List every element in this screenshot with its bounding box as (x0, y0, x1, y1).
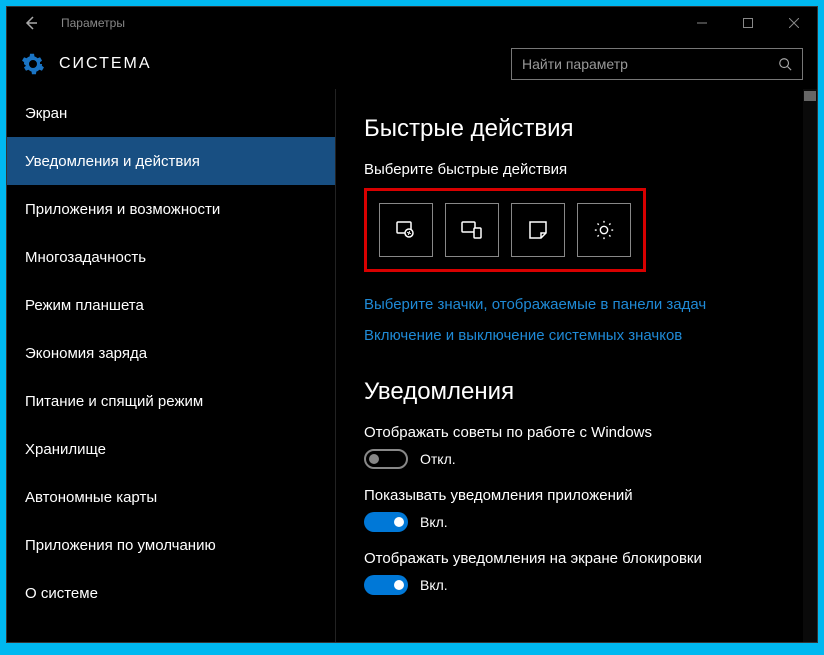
sidebar-item-tablet-mode[interactable]: Режим планшета (7, 281, 335, 329)
quick-action-tile-note[interactable] (511, 203, 565, 257)
gear-icon (21, 52, 45, 76)
sidebar-item-label: Режим планшета (25, 297, 144, 314)
sidebar-item-battery[interactable]: Экономия заряда (7, 329, 335, 377)
toggle-state-text: Вкл. (420, 514, 448, 530)
maximize-button[interactable] (725, 7, 771, 39)
sidebar-item-offline-maps[interactable]: Автономные карты (7, 473, 335, 521)
note-icon (527, 219, 549, 241)
content-pane: Быстрые действия Выберите быстрые действ… (335, 89, 817, 642)
titlebar: Параметры (7, 7, 817, 39)
sidebar-item-apps[interactable]: Приложения и возможности (7, 185, 335, 233)
search-icon (778, 57, 792, 71)
search-input[interactable] (522, 56, 778, 72)
window-controls (679, 7, 817, 39)
scroll-thumb[interactable] (804, 91, 816, 101)
sidebar-item-display[interactable]: Экран (7, 89, 335, 137)
sidebar-item-label: Многозадачность (25, 249, 146, 266)
toggle-label: Отображать уведомления на экране блокиро… (364, 550, 789, 567)
quick-action-tile-tablet[interactable] (379, 203, 433, 257)
sidebar-item-storage[interactable]: Хранилище (7, 425, 335, 473)
window-title: Параметры (55, 16, 125, 30)
quick-actions-heading: Быстрые действия (364, 115, 789, 143)
sidebar: Экран Уведомления и действия Приложения … (7, 89, 335, 642)
minimize-icon (697, 18, 707, 28)
sidebar-item-label: Экономия заряда (25, 345, 147, 362)
toggle-knob (394, 580, 404, 590)
sidebar-item-label: Хранилище (25, 441, 106, 458)
sidebar-item-label: Приложения и возможности (25, 201, 220, 218)
connect-icon (460, 218, 484, 242)
sidebar-item-notifications[interactable]: Уведомления и действия (7, 137, 335, 185)
settings-window: Параметры СИСТЕМА Экран Уведомления и де… (6, 6, 818, 643)
close-icon (789, 18, 799, 28)
scrollbar[interactable] (803, 89, 817, 642)
header: СИСТЕМА (7, 39, 817, 89)
toggle-tips[interactable] (364, 449, 408, 469)
arrow-left-icon (23, 15, 39, 31)
link-taskbar-icons[interactable]: Выберите значки, отображаемые в панели з… (364, 296, 789, 313)
sidebar-item-about[interactable]: О системе (7, 569, 335, 617)
toggle-state-text: Вкл. (420, 577, 448, 593)
back-button[interactable] (7, 7, 55, 39)
sidebar-item-label: Уведомления и действия (25, 153, 200, 170)
toggle-row-tips: Отображать советы по работе с Windows От… (364, 424, 789, 469)
quick-actions-highlight-box (364, 188, 646, 272)
maximize-icon (743, 18, 753, 28)
link-system-icons[interactable]: Включение и выключение системных значков (364, 327, 789, 344)
toggle-label: Отображать советы по работе с Windows (364, 424, 789, 441)
sidebar-item-power[interactable]: Питание и спящий режим (7, 377, 335, 425)
notifications-heading: Уведомления (364, 378, 789, 406)
quick-action-tile-connect[interactable] (445, 203, 499, 257)
minimize-button[interactable] (679, 7, 725, 39)
toggle-app-notif[interactable] (364, 512, 408, 532)
toggle-row-app-notif: Показывать уведомления приложений Вкл. (364, 487, 789, 532)
tablet-mode-icon (394, 218, 418, 242)
toggle-lockscreen[interactable] (364, 575, 408, 595)
sidebar-item-label: О системе (25, 585, 98, 602)
sidebar-item-label: Питание и спящий режим (25, 393, 203, 410)
toggle-label: Показывать уведомления приложений (364, 487, 789, 504)
close-button[interactable] (771, 7, 817, 39)
search-box[interactable] (511, 48, 803, 80)
sidebar-item-label: Автономные карты (25, 489, 157, 506)
body: Экран Уведомления и действия Приложения … (7, 89, 817, 642)
quick-action-tile-settings[interactable] (577, 203, 631, 257)
toggle-state-text: Откл. (420, 451, 456, 467)
sidebar-item-label: Приложения по умолчанию (25, 537, 216, 554)
gear-icon (593, 219, 615, 241)
page-category-title: СИСТЕМА (59, 55, 152, 73)
sidebar-item-default-apps[interactable]: Приложения по умолчанию (7, 521, 335, 569)
toggle-row-lockscreen: Отображать уведомления на экране блокиро… (364, 550, 789, 595)
toggle-knob (369, 454, 379, 464)
quick-actions-sublabel: Выберите быстрые действия (364, 161, 789, 178)
sidebar-item-multitasking[interactable]: Многозадачность (7, 233, 335, 281)
sidebar-item-label: Экран (25, 105, 67, 122)
toggle-knob (394, 517, 404, 527)
